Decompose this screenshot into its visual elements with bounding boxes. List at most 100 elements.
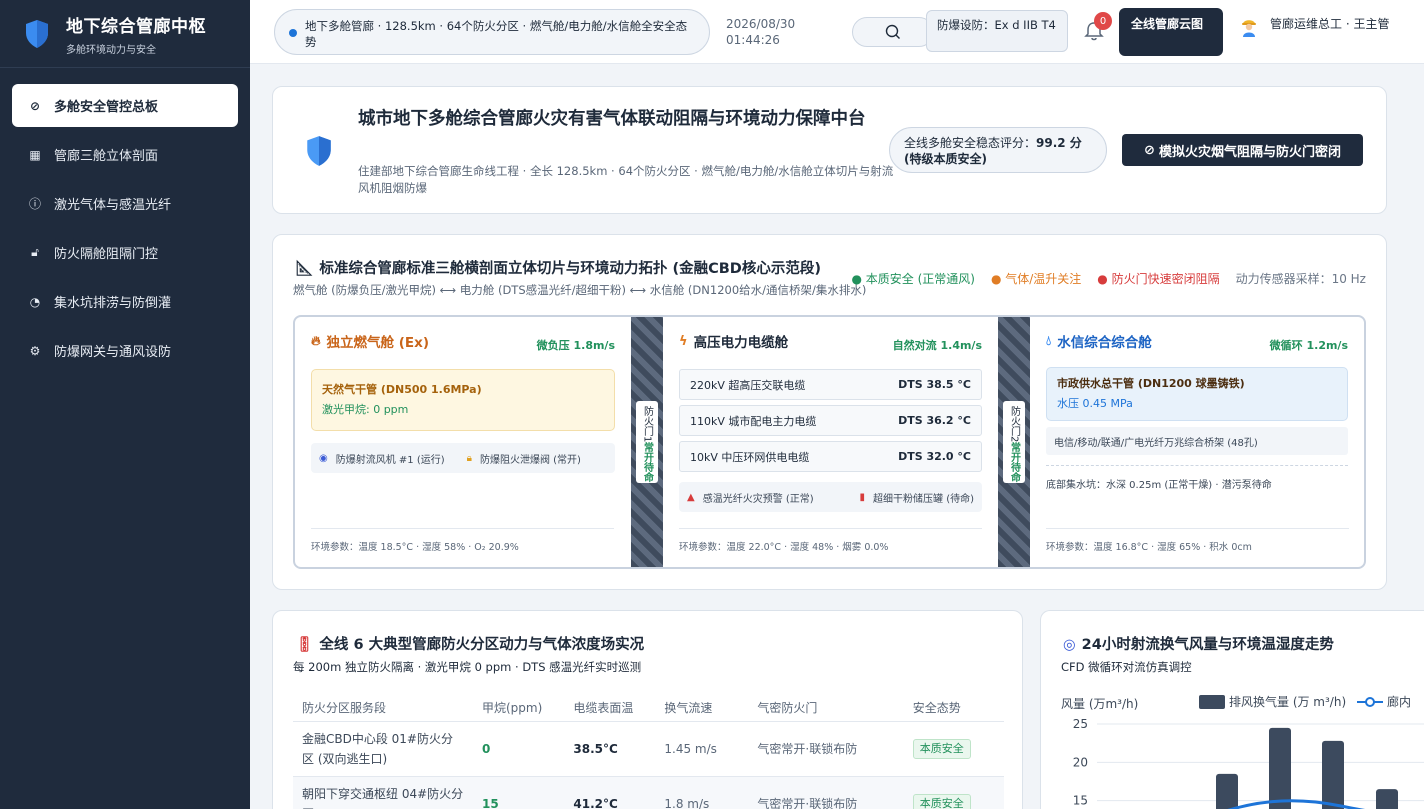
score-label: 全线多舱安全稳态评分：	[904, 136, 1037, 150]
cloud-map-button[interactable]: 全线管廊云图	[1119, 8, 1223, 56]
status-badge: 本质安全	[912, 739, 971, 759]
water-cabin[interactable]: 💧︎ 水信综合综合舱 微循环 1.2m/s 市政供水总干管 (DN1200 球墨铸…	[1030, 317, 1364, 567]
user-name: 管廊运维总工 · 王主管	[1270, 17, 1390, 31]
column-header[interactable]: 甲烷(ppm)	[473, 695, 565, 722]
score-value: 99.2 分	[1036, 136, 1082, 150]
powder-status[interactable]: ▮ 超细干粉储压罐 (待命)	[860, 490, 975, 505]
gas-env-params: 环境参数：温度 18.5°C · 湿度 58% · O₂ 20.9%	[311, 528, 614, 553]
table-row[interactable]: 朝阳下穿交通枢纽 04#防火分区 15 41.2°C 1.8 m/s 气密常开·…	[293, 776, 1004, 809]
search-button[interactable]	[852, 17, 934, 47]
top-header: 地下多舱管廊 · 128.5km · 64个防火分区 · 燃气舱/电力舱/水信舱…	[250, 0, 1424, 64]
fire-door-2[interactable]: 防火门2 常开待命	[998, 317, 1030, 567]
zone-cable-temp: 41.2°C	[564, 776, 656, 809]
bar	[1216, 773, 1238, 809]
section-title-text: 标准综合管廊标准三舱横剖面立体切片与环境动力拓扑 (金融CBD核心示范段)	[319, 261, 821, 277]
sidebar-item-cross-section[interactable]: ▦ 管廊三舱立体剖面	[12, 133, 238, 176]
status-badge: 本质安全	[912, 794, 971, 809]
cable-temp: DTS 36.2 °C	[898, 414, 971, 427]
fan-status[interactable]: ◉ 防爆射流风机 #1 (运行)	[319, 451, 445, 466]
zone-flow: 1.8 m/s	[655, 776, 749, 809]
column-header[interactable]: 防火分区服务段	[293, 695, 473, 722]
fire-door-2-tag: 防火门2 常开待命	[1003, 401, 1025, 483]
power-equipment-row: ▲ 感温光纤火灾预警 (正常) ▮ 超细干粉储压罐 (待命)	[679, 482, 982, 512]
column-header[interactable]: 换气流速	[655, 695, 749, 722]
page-description: 住建部地下综合管廊生命线工程 · 全长 128.5km · 64个防火分区 · …	[358, 164, 894, 195]
clock-date: 2026/08/30	[726, 17, 796, 31]
fiber-status[interactable]: ▲ 感温光纤火灾预警 (正常)	[687, 490, 814, 505]
zones-title-text: 全线 6 大典型管廊防火分区动力与气体浓度场实况	[319, 637, 645, 653]
zone-door: 气密常开·联锁布防	[748, 776, 904, 809]
zones-subtitle: 每 200m 独立防火隔离 · 激光甲烷 0 ppm · DTS 感温光纤实时巡…	[293, 660, 642, 674]
power-cabin-title-text: 高压电力电缆舱	[693, 335, 789, 351]
water-cabin-title-text: 水信综合综合舱	[1057, 335, 1152, 351]
powder-status-text: 超细干粉储压罐 (待命)	[873, 493, 974, 505]
shield-logo-icon	[26, 19, 48, 48]
legend-alarm: ● 防火门快速密闭阻隔	[1097, 272, 1220, 286]
zone-status-cell: 本质安全	[903, 776, 1004, 809]
zone-door: 气密常开·联锁布防	[748, 721, 904, 777]
simulate-fire-button[interactable]: ⊘ 模拟火灾烟气阻隔与防火门密闭	[1122, 134, 1363, 166]
shield-icon	[307, 136, 331, 166]
sidebar-item-laser-gas[interactable]: ⓘ 激光气体与感温光纤	[12, 182, 238, 225]
section-subtitle: 燃气舱 (防爆负压/激光甲烷) ⟷ 电力舱 (DTS感温光纤/超细干粉) ⟷ 水…	[293, 283, 867, 297]
page-title: 城市地下多舱综合管廊火灾有害气体联动阻隔与环境动力保障中台	[358, 109, 866, 129]
cable-row[interactable]: 220kV 超高压交联电缆 DTS 38.5 °C	[679, 369, 982, 400]
sidebar-nav: ⊘ 多舱安全管控总板 ▦ 管廊三舱立体剖面 ⓘ 激光气体与感温光纤 🔓︎ 防火隔…	[0, 68, 250, 394]
brand-subtitle: 多舱环境动力与安全	[66, 44, 156, 56]
cable-row[interactable]: 10kV 中压环网供电电缆 DTS 32.0 °C	[679, 441, 982, 472]
column-header[interactable]: 气密防火门	[748, 695, 904, 722]
cable-temp: DTS 38.5 °C	[898, 378, 971, 391]
ticker-text: 地下多舱管廊 · 128.5km · 64个防火分区 · 燃气舱/电力舱/水信舱…	[305, 19, 688, 49]
column-header[interactable]: 电缆表面温	[564, 695, 656, 722]
table-header-row: 防火分区服务段 甲烷(ppm) 电缆表面温 换气流速 气密防火门 安全态势	[293, 695, 1004, 722]
water-drop-icon: 💧︎	[1046, 333, 1052, 349]
explosion-proof-tag: 防爆设防：Ex d IIB T4	[926, 10, 1068, 52]
table-row[interactable]: 金融CBD中心段 01#防火分区 (双向逃生口) 0 38.5°C 1.45 m…	[293, 721, 1004, 777]
water-pipe-name: 市政供水总干管 (DN1200 球墨铸铁)	[1057, 377, 1245, 390]
sidebar-item-overview[interactable]: ⊘ 多舱安全管控总板	[12, 84, 238, 127]
gas-pipe-name: 天然气干管 (DN500 1.6MPa)	[322, 383, 482, 396]
cross-section-card: 📐︎ 标准综合管廊标准三舱横剖面立体切片与环境动力拓扑 (金融CBD核心示范段) …	[272, 234, 1387, 590]
user-profile[interactable]: 管廊运维总工 · 王主管	[1240, 16, 1400, 38]
clock: 2026/08/30 01:44:26	[726, 16, 795, 48]
lock-icon: 🔒︎	[466, 452, 472, 464]
score-note: (特级本质安全)	[904, 152, 987, 166]
power-cabin[interactable]: ϟ 高压电力电缆舱 自然对流 1.4m/s 220kV 超高压交联电缆 DTS 3…	[663, 317, 998, 567]
zone-cable-temp: 38.5°C	[564, 721, 656, 777]
lightning-icon: ϟ	[679, 333, 688, 349]
zones-table: 防火分区服务段 甲烷(ppm) 电缆表面温 换气流速 气密防火门 安全态势 金融…	[293, 695, 1004, 809]
lock-icon: 🔓︎	[31, 245, 39, 259]
grid-icon: ▦	[29, 147, 41, 162]
zones-title: 🚦︎ 全线 6 大典型管廊防火分区动力与气体浓度场实况	[295, 633, 644, 654]
flame-icon: 🔥︎	[311, 333, 321, 349]
gas-cabin-title-text: 独立燃气舱 (Ex)	[326, 335, 430, 351]
gas-cabin[interactable]: 🔥︎ 独立燃气舱 (Ex) 微负压 1.8m/s 天然气干管 (DN500 1.6…	[295, 317, 631, 567]
fan-status-text: 防爆射流风机 #1 (运行)	[335, 454, 445, 466]
search-icon	[885, 24, 900, 39]
power-cabin-speed: 自然对流 1.4m/s	[892, 339, 982, 352]
legend-warn: ● 气体/温升关注	[990, 272, 1082, 286]
status-legend: ● 本质安全 (正常通风) ● 气体/温升关注 ● 防火门快速密闭阻隔 动力传感…	[835, 270, 1366, 287]
clock-time: 01:44:26	[726, 33, 780, 47]
column-header[interactable]: 安全态势	[903, 695, 1004, 722]
sidebar-item-label: 集水坑排涝与防倒灌	[54, 296, 172, 311]
simulate-fire-label: 模拟火灾烟气阻隔与防火门密闭	[1158, 144, 1341, 160]
sidebar: 地下综合管廊中枢 多舱环境动力与安全 ⊘ 多舱安全管控总板 ▦ 管廊三舱立体剖面…	[0, 0, 250, 809]
tunnel-cross-section: 🔥︎ 独立燃气舱 (Ex) 微负压 1.8m/s 天然气干管 (DN500 1.6…	[293, 315, 1366, 569]
fire-door-1[interactable]: 防火门1 常开待命	[631, 317, 663, 567]
fire-zones-card: 🚦︎ 全线 6 大典型管廊防火分区动力与气体浓度场实况 每 200m 独立防火隔离…	[272, 610, 1023, 809]
sidebar-item-drainage[interactable]: ◔ 集水坑排涝与防倒灌	[12, 280, 238, 323]
gas-equipment-row: ◉ 防爆射流风机 #1 (运行) 🔒︎ 防爆阻火泄爆阀 (常开)	[311, 443, 615, 473]
cable-row[interactable]: 110kV 城市配电主力电缆 DTS 36.2 °C	[679, 405, 982, 436]
fire-door-1-tag: 防火门1 常开待命	[636, 401, 658, 483]
notification-badge: 0	[1094, 12, 1112, 30]
cable-name: 220kV 超高压交联电缆	[690, 378, 806, 392]
zone-status-cell: 本质安全	[903, 721, 1004, 777]
sidebar-item-fire-door[interactable]: 🔓︎ 防火隔舱阻隔门控	[12, 231, 238, 274]
safety-score: 全线多舱安全稳态评分：99.2 分 (特级本质安全)	[889, 127, 1107, 173]
section-title: 📐︎ 标准综合管廊标准三舱横剖面立体切片与环境动力拓扑 (金融CBD核心示范段)	[295, 257, 821, 278]
valve-status[interactable]: 🔒︎ 防爆阻火泄爆阀 (常开)	[467, 451, 581, 466]
info-icon: ⓘ	[28, 197, 41, 211]
extinguisher-icon: ▮	[859, 491, 866, 503]
sidebar-item-gateway[interactable]: ⚙︎ 防爆网关与通风设防	[12, 329, 238, 372]
